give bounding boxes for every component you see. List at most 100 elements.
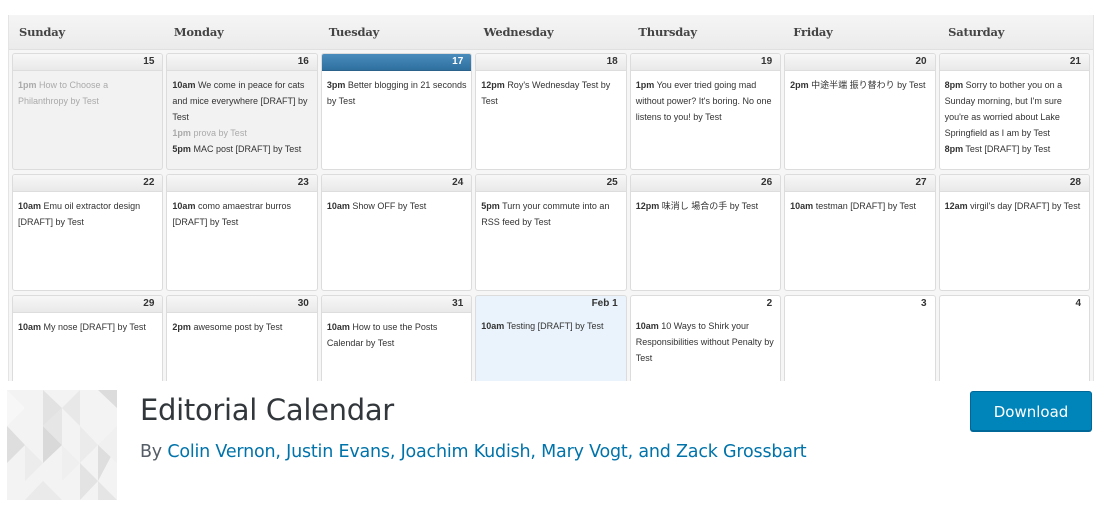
post-item[interactable]: 12pm Roy's Wednesday Test by Test [481,77,621,109]
post-item[interactable]: 10am como amaestrar burros [DRAFT] by Te… [172,198,312,230]
post-title: Better blogging in 21 seconds by Test [326,80,467,106]
post-time: 1pm [172,128,191,138]
post-time: 3pm [326,80,346,90]
day-cell[interactable]: 25 5pm Turn your commute into an RSS feed… [475,174,627,291]
weekday-wednesday: Wednesday [483,25,554,39]
author-link[interactable]: Colin Vernon [167,442,275,462]
day-cell[interactable]: 15 1pm How to Choose a Philanthropy by Te… [12,53,164,170]
day-date-label: 29 [13,296,163,313]
post-title: 中途半端 振り替わり by Test [811,80,926,90]
day-date-label: 23 [167,175,317,192]
post-time: 10am [326,322,350,332]
post-time: 10am [172,80,196,90]
post-item[interactable]: 5pm MAC post [DRAFT] by Test [172,141,312,157]
day-cell[interactable]: 20 2pm 中途半端 振り替わり by Test [784,53,936,170]
post-time: 5pm [172,144,191,154]
post-time: 8pm [944,144,964,154]
day-date-label: 19 [630,54,781,71]
post-time: 2pm [172,322,191,332]
day-posts: 10am My nose [DRAFT] by Test [13,313,162,335]
post-item[interactable]: 2pm 中途半端 振り替わり by Test [790,77,930,93]
post-item[interactable]: 1pm How to Choose a Philanthropy by Test [18,77,158,109]
day-cell[interactable]: 19 1pm You ever tried going mad without p… [629,53,782,170]
weekday-tuesday: Tuesday [328,25,380,39]
day-posts: 10am We come in peace for cats and mice … [167,71,316,157]
day-date-label: 31 [321,296,472,313]
calendar-week-row: 22 10am Emu oil extractor design [DRAFT] … [12,174,1090,291]
post-item[interactable]: 10am My nose [DRAFT] by Test [18,319,158,335]
post-item[interactable]: 1pm prova by Test [172,125,312,141]
post-item[interactable]: 12am virgil's day [DRAFT] by Test [945,198,1085,214]
post-time: 12pm [481,80,505,90]
post-item[interactable]: 1pm You ever tried going mad without pow… [636,77,776,125]
author-link[interactable]: Justin Evans [286,442,390,462]
plugin-title: Editorial Calendar [140,393,394,427]
day-cell[interactable]: 18 12pm Roy's Wednesday Test by Test [475,53,627,170]
day-date-label: 22 [13,175,163,192]
post-title: My nose [DRAFT] by Test [43,322,146,332]
post-time: 10am [18,201,42,211]
post-title: MAC post [DRAFT] by Test [193,144,302,154]
day-cell[interactable]: 28 12am virgil's day [DRAFT] by Test [938,174,1090,291]
day-cell[interactable]: 31 10am How to use the Posts Calendar by … [320,295,473,381]
weekday-saturday: Saturday [948,25,1005,39]
weekday-monday: Monday [173,25,224,39]
post-item[interactable]: 10am Emu oil extractor design [DRAFT] by… [18,198,158,230]
post-item[interactable]: 10am How to use the Posts Calendar by Te… [327,319,467,351]
day-cell[interactable]: 23 10am como amaestrar burros [DRAFT] by … [166,174,318,291]
day-cell[interactable]: 27 10am testman [DRAFT] by Test [784,174,936,291]
post-time: 5pm [481,201,500,211]
post-item[interactable]: 10am 10 Ways to Shirk your Responsibilit… [636,318,776,366]
post-item[interactable]: 3pm Better blogging in 21 seconds by Tes… [327,77,467,109]
day-cell[interactable]: 30 2pm awesome post by Test [166,295,318,381]
day-posts: 10am Emu oil extractor design [DRAFT] by… [13,192,162,230]
post-item[interactable]: 5pm Turn your commute into an RSS feed b… [481,198,621,230]
post-time: 10am [635,321,659,331]
author-separator: , [275,442,287,462]
post-item[interactable]: 8pm Test [DRAFT] by Test [945,141,1085,157]
day-posts: 12am virgil's day [DRAFT] by Test [940,192,1089,214]
day-posts: 10am testman [DRAFT] by Test [785,192,934,214]
day-cell[interactable]: 4 [938,295,1090,381]
today-date-label: 17 [321,54,472,71]
day-cell[interactable]: 16 10am We come in peace for cats and mic… [166,53,318,170]
post-item[interactable]: 10am Show OFF by Test [327,198,467,214]
post-title: You ever tried going mad without power? … [635,80,772,122]
post-time: 10am [172,201,196,211]
day-cell[interactable]: 26 12pm 味消し 場合の手 by Test [629,174,782,291]
author-separator: , [389,442,401,462]
day-date-label: 20 [785,54,935,71]
author-link[interactable]: Zack Grossbart [676,442,807,462]
day-date-label: 24 [321,175,472,192]
day-cell[interactable]: 2 10am 10 Ways to Shirk your Responsibili… [629,295,782,381]
day-date-label: 2 [766,298,773,309]
day-date-label: 16 [167,54,317,71]
author-link[interactable]: Mary Vogt [541,442,628,462]
post-item[interactable]: 10am testman [DRAFT] by Test [790,198,930,214]
author-link[interactable]: Joachim Kudish [401,442,531,462]
post-item[interactable]: 12pm 味消し 場合の手 by Test [636,198,776,214]
post-item[interactable]: 2pm awesome post by Test [172,319,312,335]
post-time: 12am [944,201,968,211]
post-item[interactable]: 8pm Sorry to bother you on a Sunday morn… [945,77,1085,141]
day-cell[interactable]: 17 3pm Better blogging in 21 seconds by T… [320,53,473,170]
day-cell[interactable]: 22 10am Emu oil extractor design [DRAFT] … [12,174,164,291]
post-item[interactable]: 10am We come in peace for cats and mice … [172,77,312,125]
day-cell[interactable]: 21 8pm Sorry to bother you on a Sunday mo… [938,53,1090,170]
day-posts: 5pm Turn your commute into an RSS feed b… [476,192,625,230]
day-cell[interactable]: 29 10am My nose [DRAFT] by Test [12,295,164,381]
calendar-week-row: 29 10am My nose [DRAFT] by Test 30 2pm awes… [12,295,1090,381]
day-date-label: 21 [939,54,1089,71]
download-button[interactable]: Download [970,391,1092,431]
day-cell[interactable]: 24 10am Show OFF by Test [320,174,473,291]
day-posts: 10am 10 Ways to Shirk your Responsibilit… [631,312,780,366]
post-time: 12pm [635,201,660,211]
day-cell[interactable]: 3 [784,295,936,381]
day-posts: 12pm Roy's Wednesday Test by Test [476,71,625,109]
author-separator: , [530,442,542,462]
day-date-label: 25 [476,175,626,192]
plugin-icon-graphic [7,390,117,500]
post-item[interactable]: 10am Testing [DRAFT] by Test [481,318,621,334]
day-cell[interactable]: Feb 1 10am Testing [DRAFT] by Test [475,295,627,381]
day-date-label: 30 [167,296,317,313]
